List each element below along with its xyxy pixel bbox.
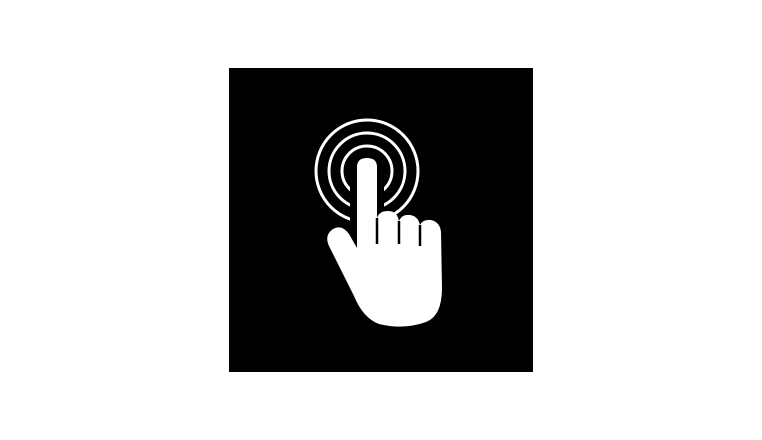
tap-gesture-icon (314, 118, 442, 327)
page-canvas (0, 0, 762, 440)
tap-icon-tile (229, 68, 533, 372)
